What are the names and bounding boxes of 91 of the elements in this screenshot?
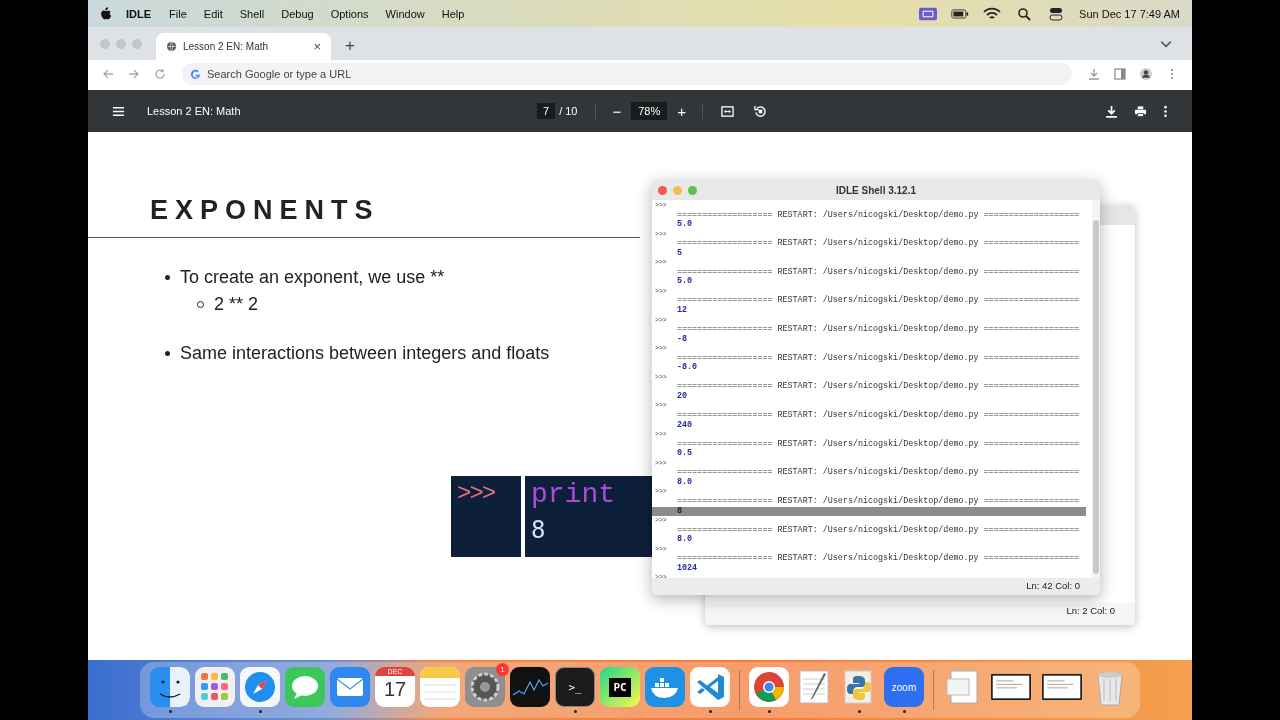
speech-bubble-icon[interactable]: [285, 667, 325, 707]
new-tab-button[interactable]: +: [345, 36, 355, 56]
more-icon[interactable]: [1163, 104, 1168, 118]
restart-line: =================== RESTART: /Users/nicogski/Desktop/demo.py ===================: [677, 324, 1080, 335]
video-app-icon[interactable]: zoom: [884, 667, 924, 707]
restart-line: =================== RESTART: /Users/nicogski/Desktop/demo.py ===================: [677, 266, 1080, 277]
tab-title: Lesson 2 EN: Math: [183, 41, 270, 52]
whale-icon[interactable]: [645, 667, 685, 707]
globe-icon: [166, 41, 177, 52]
close-button[interactable]: [658, 185, 667, 195]
output-line: -8: [676, 334, 689, 345]
close-button[interactable]: ×: [313, 39, 321, 54]
ide-icon[interactable]: PC: [600, 667, 640, 707]
menu-item[interactable]: Debug: [281, 7, 314, 20]
status-text: Ln: 42 Col: 0: [1026, 580, 1080, 593]
restart-line: =================== RESTART: /Users/nicogski/Desktop/demo.py ===================: [677, 467, 1080, 478]
app-menu[interactable]: IDLE: [126, 7, 152, 20]
restart-line: =================== RESTART: /Users/nicogski/Desktop/demo.py ===================: [677, 495, 1080, 506]
code-editor-icon[interactable]: [690, 667, 730, 707]
restart-line: =================== RESTART: /Users/nicogski/Desktop/demo.py ===================: [677, 352, 1080, 363]
restart-line: =================== RESTART: /Users/nicogski/Desktop/demo.py ===================: [677, 438, 1080, 449]
address-field[interactable]: Search Google or type a URL: [182, 63, 1072, 85]
zoom-out-button[interactable]: −: [606, 102, 628, 120]
output-line: 0.5: [676, 449, 694, 459]
output-line: 1024: [676, 563, 699, 574]
scrollbar[interactable]: [1092, 200, 1100, 578]
page-number-field[interactable]: 7: [537, 103, 556, 119]
output-line: 20: [676, 391, 689, 402]
output-line: -8.0: [676, 363, 699, 373]
reload-icon[interactable]: [154, 68, 166, 80]
restart-line: =================== RESTART: /Users/nicogski/Desktop/demo.py ===================: [677, 238, 1080, 249]
output-line: 5.0: [676, 277, 694, 287]
menu-item[interactable]: Help: [441, 7, 465, 20]
profile-icon[interactable]: [1140, 68, 1152, 80]
menu-icon[interactable]: [112, 104, 125, 118]
notepad-icon[interactable]: [420, 667, 460, 707]
output-line: 5.0: [676, 220, 694, 230]
screen-share-icon[interactable]: [919, 6, 938, 21]
restart-line: =================== RESTART: /Users/nicogski/Desktop/demo.py ===================: [677, 209, 1080, 220]
toggle-icon[interactable]: [1047, 6, 1066, 21]
google-g-icon: [190, 68, 201, 80]
output-line: 12: [676, 306, 689, 316]
smiling-face-icon[interactable]: [150, 667, 190, 707]
bullet-icon: [165, 351, 170, 356]
notification-badge: 1: [496, 663, 509, 676]
document-title: Lesson 2 EN: Math: [147, 105, 242, 117]
code-output: 8: [531, 516, 547, 544]
restart-line: =================== RESTART: /Users/nicogski/Desktop/demo.py ===================: [677, 410, 1080, 421]
output-line: 240: [676, 420, 694, 431]
compass-icon[interactable]: [240, 667, 280, 707]
bullet-text: Same interactions between integers and floats: [180, 343, 550, 364]
rotate-icon[interactable]: [754, 104, 768, 118]
forward-arrow-icon[interactable]: [128, 68, 140, 80]
menu-item[interactable]: Shell: [239, 7, 265, 20]
menu-item[interactable]: Edit: [203, 7, 223, 20]
apple-icon[interactable]: [100, 6, 112, 21]
restart-line: =================== RESTART: /Users/nicogski/Desktop/demo.py ===================: [677, 295, 1080, 306]
bullet-text: To create an exponent, we use **: [180, 267, 445, 288]
bullet-text: 2 ** 2: [214, 294, 259, 315]
restart-line: =================== RESTART: /Users/nicogski/Desktop/demo.py ===================: [677, 524, 1080, 535]
side-panel-icon[interactable]: [1114, 68, 1126, 80]
battery-icon[interactable]: [951, 6, 970, 21]
output-line: 8.0: [676, 477, 694, 488]
restart-line: =================== RESTART: /Users/nicogski/Desktop/demo.py ===================: [677, 553, 1080, 564]
zoom-in-button[interactable]: +: [671, 102, 693, 120]
back-arrow-icon[interactable]: [102, 68, 114, 80]
slide-heading: EXPONENTS: [150, 195, 380, 226]
output-line: 5: [676, 248, 684, 259]
status-text: Ln: 2 Col: 0: [1066, 605, 1115, 618]
app-grid-icon[interactable]: [195, 667, 235, 707]
browser-tab[interactable]: Lesson 2 EN: Math ×: [156, 33, 331, 60]
bullet-icon: [165, 275, 170, 280]
fit-page-icon[interactable]: [721, 104, 735, 118]
chart-icon[interactable]: [510, 667, 550, 707]
output-line: 8.0: [676, 535, 694, 545]
wifi-icon[interactable]: [983, 6, 1002, 21]
browser-icon[interactable]: [749, 667, 789, 707]
menu-item[interactable]: Window: [385, 7, 425, 20]
menu-item[interactable]: File: [169, 7, 187, 20]
restart-line: =================== RESTART: /Users/nicogski/Desktop/demo.py ===================: [677, 381, 1080, 392]
code-text: print: [531, 480, 616, 510]
code-prompt: >>>: [457, 480, 496, 507]
print-icon[interactable]: [1134, 104, 1147, 118]
terminal-icon[interactable]: >_: [555, 667, 595, 707]
page-total: / 10: [559, 105, 578, 117]
menu-item[interactable]: Options: [330, 7, 369, 20]
clock: Sun Dec 17 7:49 AM: [1079, 7, 1180, 20]
window-title: IDLE Shell 3.12.1: [834, 184, 917, 196]
envelope-icon[interactable]: [330, 667, 370, 707]
zoom-button[interactable]: [688, 185, 697, 195]
zoom-field[interactable]: 78%: [631, 102, 668, 120]
